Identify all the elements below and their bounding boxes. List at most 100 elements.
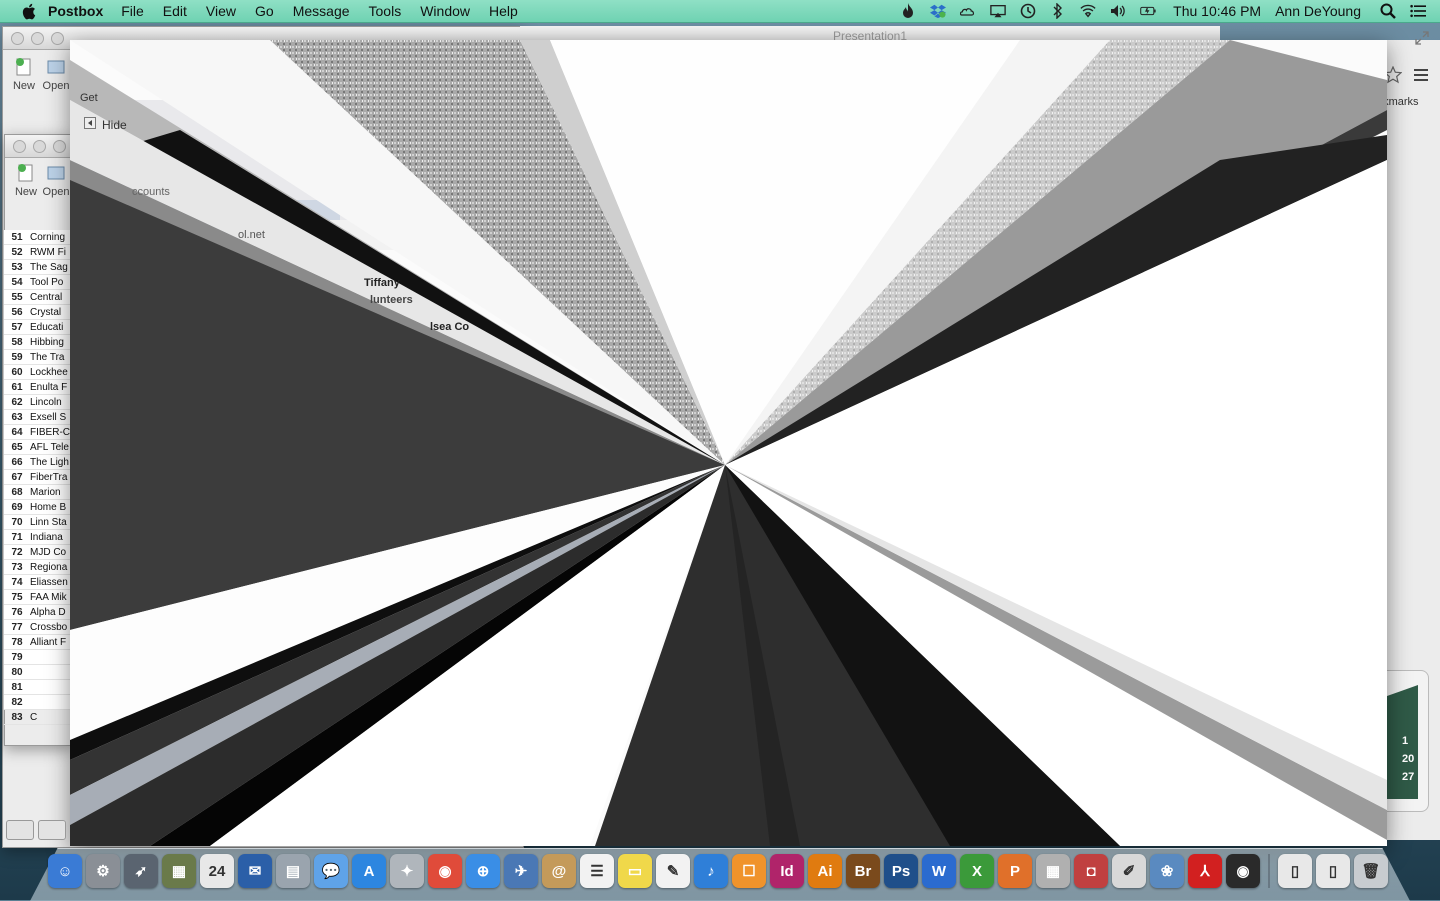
dock-messages-icon[interactable]: 💬 (314, 854, 348, 888)
row-company-cell[interactable]: FiberTra (30, 472, 70, 483)
dock-excel-icon[interactable]: X (960, 854, 994, 888)
row-company-cell[interactable]: MJD Co (30, 547, 70, 558)
dock-screenshot-icon[interactable]: ◉ (1226, 854, 1260, 888)
dock-postbox-icon[interactable]: ✈ (504, 854, 538, 888)
dock-powerpoint-icon[interactable]: P (998, 854, 1032, 888)
row-company-cell[interactable]: Central (30, 292, 70, 303)
table-row[interactable]: 51 Corning (4, 230, 70, 245)
dock-safari-icon[interactable]: ⊕ (466, 854, 500, 888)
dock-calendar-icon[interactable]: 24 (200, 854, 234, 888)
open-button[interactable]: Open (39, 57, 73, 92)
spreadsheet-open-button[interactable]: Open (41, 163, 71, 198)
table-row[interactable]: 58 Hibbing (4, 335, 70, 350)
row-company-cell[interactable]: Corning (30, 232, 70, 243)
dock-ibooks-icon[interactable]: ☐ (732, 854, 766, 888)
menubar-clock[interactable]: Thu 10:46 PM (1173, 3, 1261, 19)
get-mail-button[interactable]: Get (80, 92, 98, 104)
table-row[interactable]: 52 RWM Fi (4, 245, 70, 260)
row-company-cell[interactable]: Educati (30, 322, 70, 333)
row-company-cell[interactable]: Lincoln (30, 397, 70, 408)
dock-chrome-icon[interactable]: ◉ (428, 854, 462, 888)
wifi-icon[interactable] (1080, 3, 1096, 19)
row-company-cell[interactable]: The Tra (30, 352, 70, 363)
row-company-cell[interactable]: Linn Sta (30, 517, 70, 528)
table-row[interactable]: 53 The Sag (4, 260, 70, 275)
table-row[interactable]: 66 The Ligh (4, 455, 70, 470)
notification-center-icon[interactable] (1410, 3, 1426, 19)
table-row[interactable]: 78 Alliant F (4, 635, 70, 650)
dock-calculator-icon[interactable]: ▦ (1036, 854, 1070, 888)
menu-tools[interactable]: Tools (369, 3, 402, 19)
menu-window[interactable]: Window (420, 3, 470, 19)
table-row[interactable]: 82 (4, 695, 70, 710)
table-row[interactable]: 80 (4, 665, 70, 680)
menu-icon[interactable] (1414, 68, 1430, 84)
row-company-cell[interactable]: Exsell S (30, 412, 70, 423)
bluetooth-icon[interactable] (1050, 3, 1066, 19)
zoom-button[interactable] (51, 32, 64, 45)
fullscreen-icon[interactable] (1414, 30, 1430, 46)
row-company-cell[interactable]: Crossbo (30, 622, 70, 633)
row-company-cell[interactable]: Enulta F (30, 382, 70, 393)
spotlight-search-icon[interactable] (1380, 3, 1396, 19)
dock-bridge-icon[interactable]: Br (846, 854, 880, 888)
spreadsheet-minimize-button[interactable] (33, 140, 46, 153)
dock-illustrator-icon[interactable]: Ai (808, 854, 842, 888)
close-button[interactable] (11, 32, 24, 45)
row-company-cell[interactable]: Home B (30, 502, 70, 513)
table-row[interactable]: 74 Eliassen (4, 575, 70, 590)
dock-reminders-icon[interactable]: ☰ (580, 854, 614, 888)
fast-user-switch[interactable]: Ann DeYoung (1275, 3, 1361, 19)
dock-indesign-icon[interactable]: Id (770, 854, 804, 888)
flame-status-icon[interactable] (900, 3, 916, 19)
table-row[interactable]: 68 Marion (4, 485, 70, 500)
menu-go[interactable]: Go (255, 3, 274, 19)
spreadsheet-new-button[interactable]: New (11, 163, 41, 198)
table-row[interactable]: 65 AFL Tele (4, 440, 70, 455)
hide-sidebar-button[interactable]: Hide (84, 117, 127, 132)
table-row[interactable]: 54 Tool Po (4, 275, 70, 290)
table-row[interactable]: 57 Educati (4, 320, 70, 335)
table-row[interactable]: 62 Lincoln (4, 395, 70, 410)
row-company-cell[interactable]: AFL Tele (30, 442, 70, 453)
menu-view[interactable]: View (206, 3, 236, 19)
table-row[interactable]: 55 Central (4, 290, 70, 305)
row-company-cell[interactable]: Crystal (30, 307, 70, 318)
dock-address-book-icon[interactable]: @ (542, 854, 576, 888)
menu-message[interactable]: Message (293, 3, 350, 19)
row-company-cell[interactable]: Eliassen (30, 577, 70, 588)
row-company-cell[interactable]: FIBER-C (30, 427, 70, 438)
dock-thunderbird-icon[interactable]: ✉ (238, 854, 272, 888)
dock-stickies-icon[interactable]: ▭ (618, 854, 652, 888)
menu-help[interactable]: Help (489, 3, 518, 19)
time-machine-icon[interactable] (1020, 3, 1036, 19)
table-row[interactable]: 77 Crossbo (4, 620, 70, 635)
spreadsheet-close-button[interactable] (13, 140, 26, 153)
dock-photo-booth-icon[interactable]: ◘ (1074, 854, 1108, 888)
table-row[interactable]: 59 The Tra (4, 350, 70, 365)
menu-file[interactable]: File (121, 3, 144, 19)
spreadsheet-zoom-button[interactable] (53, 140, 66, 153)
dock-app-store-icon[interactable]: A (352, 854, 386, 888)
battery-icon[interactable] (1140, 3, 1156, 19)
table-row[interactable]: 60 Lockhee (4, 365, 70, 380)
table-row[interactable]: 76 Alpha D (4, 605, 70, 620)
menu-edit[interactable]: Edit (163, 3, 187, 19)
app-menu-postbox[interactable]: Postbox (48, 3, 103, 19)
table-row[interactable]: 83 C (4, 710, 70, 725)
dock-finder-icon[interactable]: ☺ (48, 854, 82, 888)
dock-system-preferences-icon[interactable]: ⚙ (86, 854, 120, 888)
row-company-cell[interactable]: Regiona (30, 562, 70, 573)
table-row[interactable]: 64 FIBER-C (4, 425, 70, 440)
dock-pdf-document-icon[interactable]: ▯ (1278, 854, 1312, 888)
dock-photo-browser-icon[interactable]: ▦ (162, 854, 196, 888)
table-row[interactable]: 61 Enulta F (4, 380, 70, 395)
apple-menu-icon[interactable] (18, 1, 38, 21)
dock-script-editor-icon[interactable]: ✐ (1112, 854, 1146, 888)
cloud-status-icon[interactable] (960, 3, 976, 19)
row-company-cell[interactable]: Alpha D (30, 607, 70, 618)
minimize-button[interactable] (31, 32, 44, 45)
volume-icon[interactable] (1110, 3, 1126, 19)
dock-acrobat-icon[interactable]: ⅄ (1188, 854, 1222, 888)
dock-word-icon[interactable]: W (922, 854, 956, 888)
